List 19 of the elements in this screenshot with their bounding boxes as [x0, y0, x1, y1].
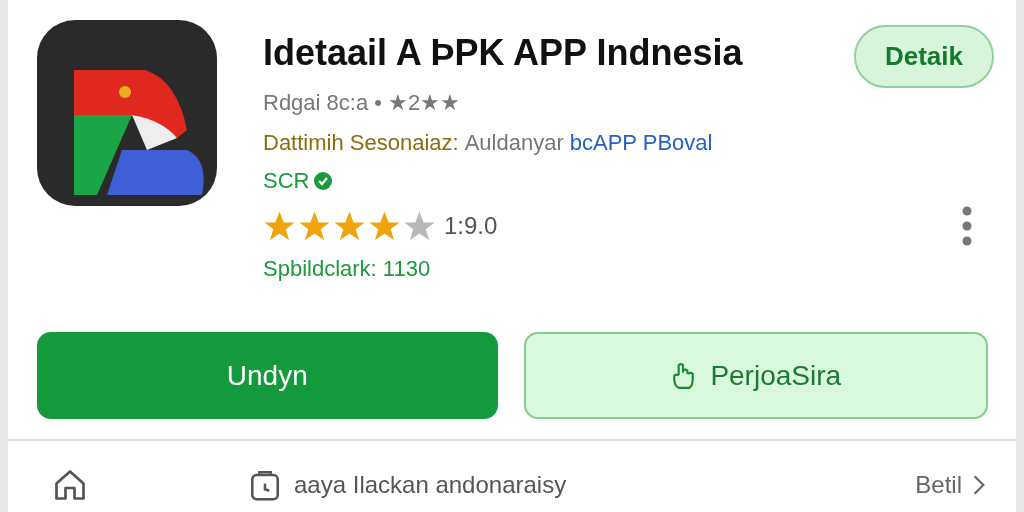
app-meta: Rdgai 8c:a • ★2★★ [263, 90, 462, 116]
app-title: Idetaail A ÞPK APP Indnesia [263, 32, 743, 74]
bottom-text: aaya Ilackan andonaraisy [294, 471, 567, 499]
developer-label: Dattimih Sesonaiaz: [263, 130, 459, 156]
badge-label: SCR [263, 168, 310, 194]
home-icon[interactable] [52, 467, 88, 503]
clipboard-icon [248, 468, 282, 502]
more-icon[interactable] [962, 206, 972, 246]
install-button[interactable]: Undyn [37, 332, 498, 419]
hand-icon [670, 361, 697, 390]
app-size: Spbildclark: 1130 [263, 256, 432, 282]
detail-button[interactable]: Detaik [854, 25, 994, 88]
hand-button[interactable]: PerjoaSira [523, 332, 988, 419]
developer-name: Auldanyar [464, 130, 564, 156]
more-link[interactable]: Betil [915, 471, 986, 499]
app-logo-icon [37, 20, 217, 206]
rating-value: 1:9.0 [444, 212, 498, 240]
developer-link[interactable]: bcAPP PBoval [569, 130, 713, 156]
chevron-right-icon [972, 474, 986, 496]
